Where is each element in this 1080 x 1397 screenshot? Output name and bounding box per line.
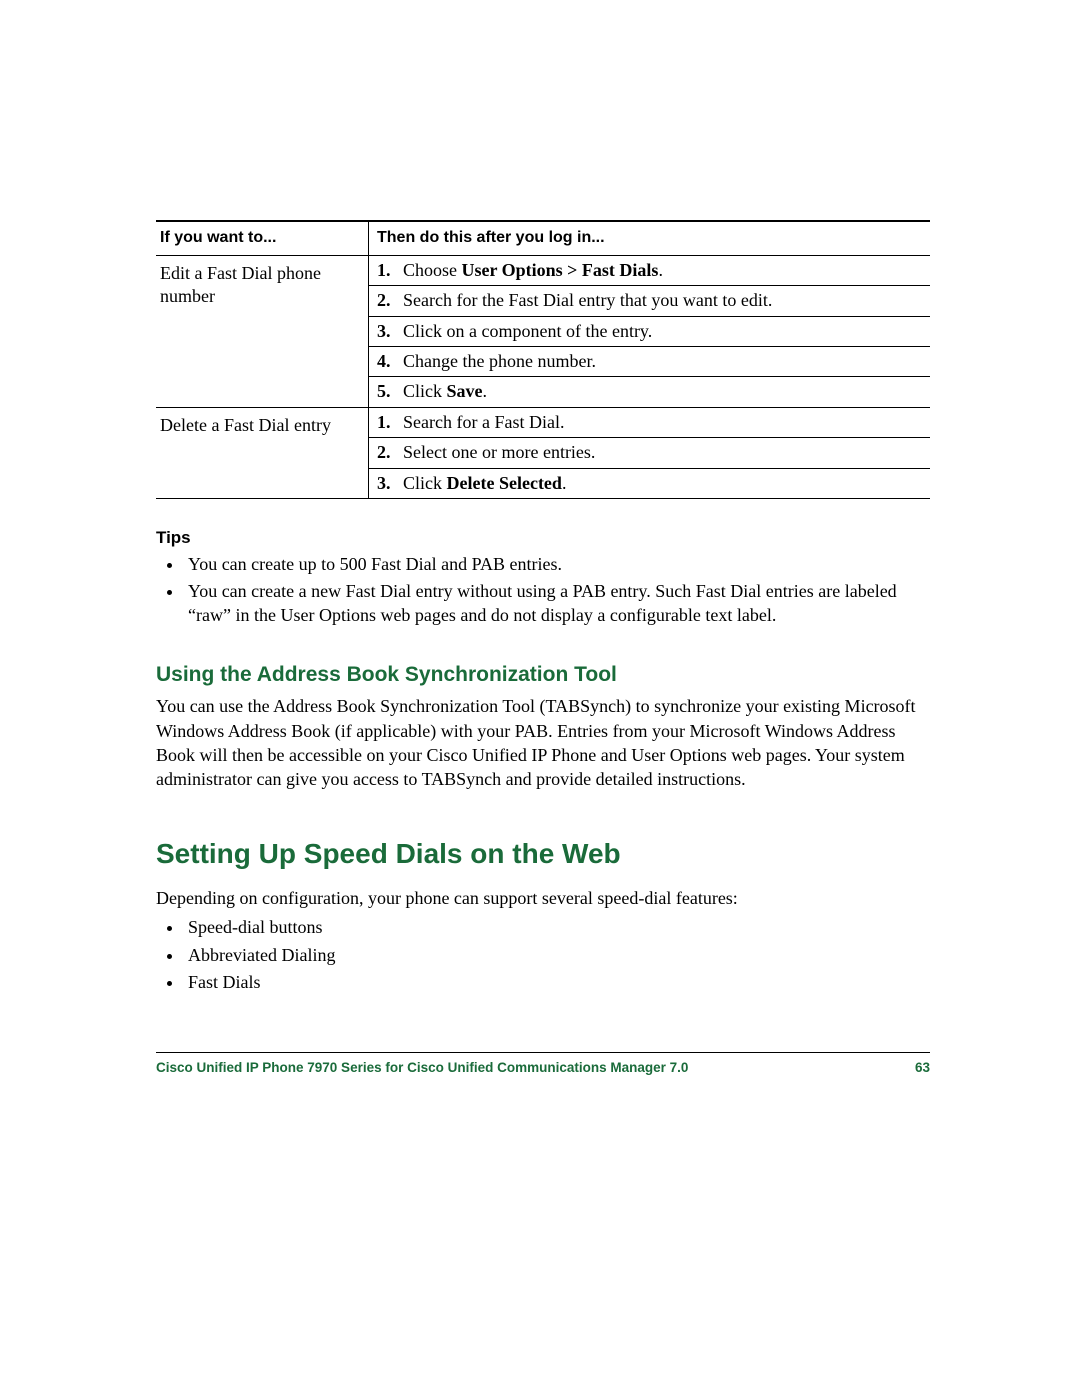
tips-heading: Tips [156, 527, 930, 549]
tips-list: You can create up to 500 Fast Dial and P… [156, 553, 930, 627]
body-text: Depending on configuration, your phone c… [156, 886, 930, 910]
list-item: Abbreviated Dialing [184, 944, 930, 967]
step: 2.Search for the Fast Dial entry that yo… [369, 286, 930, 316]
step-number: 1. [377, 259, 403, 282]
step-text: Change the phone number. [403, 350, 922, 373]
instruction-table: If you want to... Then do this after you… [156, 220, 930, 499]
step: 3.Click on a component of the entry. [369, 317, 930, 347]
table-row: Delete a Fast Dial entry 1.Search for a … [156, 407, 930, 498]
list-item: You can create a new Fast Dial entry wit… [184, 580, 930, 627]
step: 2.Select one or more entries. [369, 438, 930, 468]
step-number: 3. [377, 320, 403, 343]
step-text: Select one or more entries. [403, 441, 922, 464]
step-text: Click on a component of the entry. [403, 320, 922, 343]
step-text: Choose User Options > Fast Dials. [403, 259, 922, 282]
page-footer: Cisco Unified IP Phone 7970 Series for C… [156, 1052, 930, 1077]
step: 1.Search for a Fast Dial. [369, 408, 930, 438]
list-item: Speed-dial buttons [184, 916, 930, 939]
step-number: 4. [377, 350, 403, 373]
body-text: You can use the Address Book Synchroniza… [156, 694, 930, 791]
steps-cell: 1.Choose User Options > Fast Dials. 2.Se… [369, 255, 931, 407]
steps-cell: 1.Search for a Fast Dial. 2.Select one o… [369, 407, 931, 498]
table-row: Edit a Fast Dial phone number 1.Choose U… [156, 255, 930, 407]
list-item: Fast Dials [184, 971, 930, 994]
step-number: 2. [377, 289, 403, 312]
features-list: Speed-dial buttons Abbreviated Dialing F… [156, 916, 930, 994]
step: 1.Choose User Options > Fast Dials. [369, 256, 930, 286]
task-cell: Edit a Fast Dial phone number [156, 255, 369, 407]
section-heading-tabsynch: Using the Address Book Synchronization T… [156, 661, 930, 688]
step-number: 1. [377, 411, 403, 434]
footer-title: Cisco Unified IP Phone 7970 Series for C… [156, 1059, 688, 1077]
table-header-2: Then do this after you log in... [369, 221, 931, 255]
step-number: 2. [377, 441, 403, 464]
table-header-1: If you want to... [156, 221, 369, 255]
section-heading-speed-dials: Setting Up Speed Dials on the Web [156, 836, 930, 872]
list-item: You can create up to 500 Fast Dial and P… [184, 553, 930, 576]
step-text: Click Delete Selected. [403, 472, 922, 495]
step-number: 3. [377, 472, 403, 495]
step-text: Search for a Fast Dial. [403, 411, 922, 434]
task-cell: Delete a Fast Dial entry [156, 407, 369, 498]
step: 4.Change the phone number. [369, 347, 930, 377]
page-content: If you want to... Then do this after you… [0, 0, 1080, 995]
step: 5.Click Save. [369, 377, 930, 406]
step: 3.Click Delete Selected. [369, 469, 930, 498]
step-text: Search for the Fast Dial entry that you … [403, 289, 922, 312]
step-text: Click Save. [403, 380, 922, 403]
step-number: 5. [377, 380, 403, 403]
footer-page-number: 63 [915, 1059, 930, 1077]
